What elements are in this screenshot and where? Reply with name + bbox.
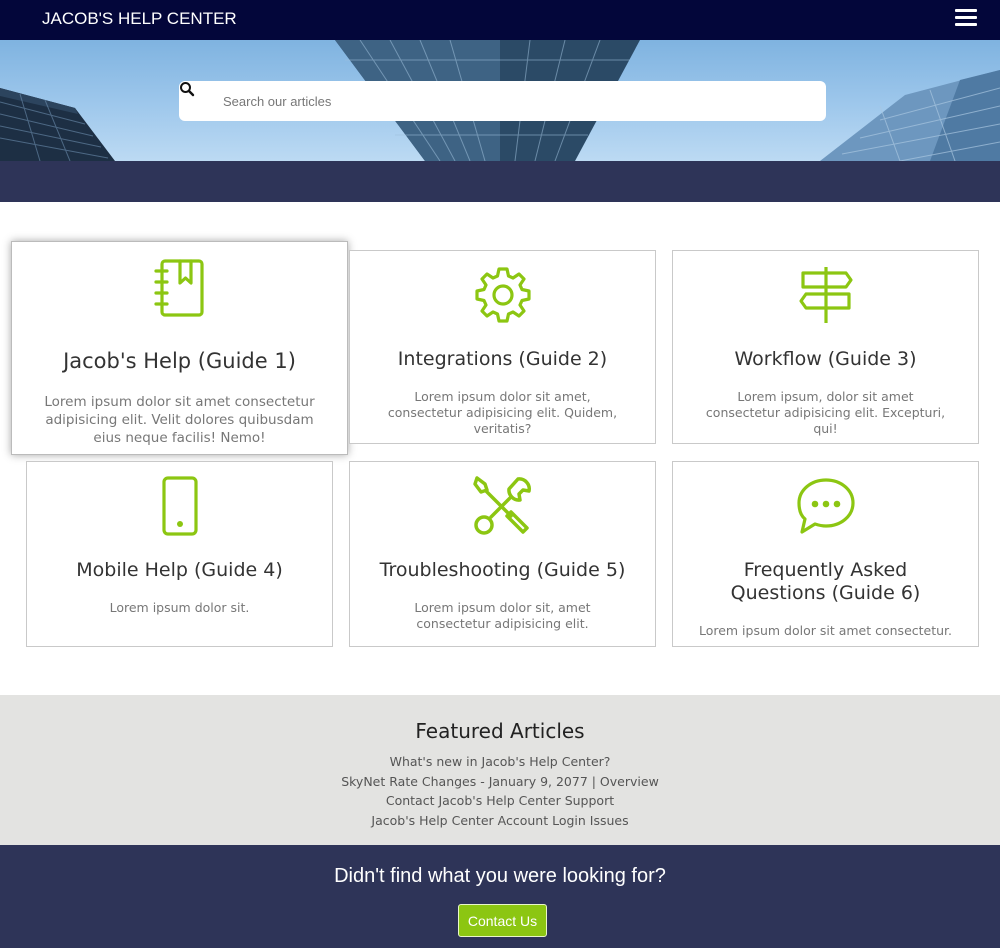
guide-card-6[interactable]: Frequently Asked Questions (Guide 6) Lor… [672,461,979,647]
hero-bottom-band [0,161,1000,202]
guide-description: Lorem ipsum dolor sit, amet consectetur … [414,600,591,631]
guide-description: Lorem ipsum dolor sit amet consectetur. [698,623,953,638]
top-navbar: JACOB'S HELP CENTER [0,0,1000,40]
guide-description: Lorem ipsum, dolor sit amet consectetur … [705,389,946,436]
featured-articles-list: What's new in Jacob's Help Center? SkyNe… [0,752,1000,830]
featured-article-link[interactable]: Contact Jacob's Help Center Support [386,793,614,808]
search-input[interactable] [223,81,803,121]
list-item: Contact Jacob's Help Center Support [0,791,1000,811]
footer-contact-section: Didn't find what you were looking for? C… [0,845,1000,948]
hamburger-menu-icon[interactable] [955,9,977,27]
featured-article-link[interactable]: SkyNet Rate Changes - January 9, 2077 | … [341,774,659,789]
list-item: Jacob's Help Center Account Login Issues [0,811,1000,831]
footer-question: Didn't find what you were looking for? [334,865,666,887]
notebook-bookmark-icon [153,259,204,317]
guide-description: Lorem ipsum dolor sit amet consectetur a… [44,394,315,446]
wrench-screwdriver-icon [472,476,531,535]
guide-card-4[interactable]: Mobile Help (Guide 4) Lorem ipsum dolor … [26,461,333,647]
mobile-phone-icon [161,476,198,536]
guide-card-5[interactable]: Troubleshooting (Guide 5) Lorem ipsum do… [349,461,656,647]
contact-us-button[interactable]: Contact Us [458,904,547,937]
guide-description: Lorem ipsum dolor sit amet, consectetur … [387,389,618,436]
search-bar [179,81,826,121]
guide-card-2[interactable]: Integrations (Guide 2) Lorem ipsum dolor… [349,250,656,444]
guide-title: Workflow (Guide 3) [734,348,917,370]
gear-icon [474,267,531,323]
brand-title[interactable]: JACOB'S HELP CENTER [42,9,237,29]
guide-title: Jacob's Help (Guide 1) [63,349,296,373]
guide-title: Mobile Help (Guide 4) [76,559,283,581]
featured-article-link[interactable]: What's new in Jacob's Help Center? [390,754,611,769]
featured-article-link[interactable]: Jacob's Help Center Account Login Issues [371,813,628,828]
guide-title: Troubleshooting (Guide 5) [379,559,626,581]
guide-title: Integrations (Guide 2) [397,348,608,370]
search-icon[interactable] [179,81,195,97]
guide-card-1[interactable]: Jacob's Help (Guide 1) Lorem ipsum dolor… [11,241,348,455]
featured-articles-section: Featured Articles What's new in Jacob's … [0,695,1000,845]
hero-banner [0,40,1000,161]
list-item: SkyNet Rate Changes - January 9, 2077 | … [0,772,1000,792]
guide-card-3[interactable]: Workflow (Guide 3) Lorem ipsum, dolor si… [672,250,979,444]
list-item: What's new in Jacob's Help Center? [0,752,1000,772]
featured-heading: Featured Articles [415,719,585,743]
chat-bubble-icon [796,478,855,534]
signpost-icon [798,267,853,323]
guide-description: Lorem ipsum dolor sit. [109,600,250,615]
guide-title: Frequently Asked Questions (Guide 6) [730,559,921,604]
